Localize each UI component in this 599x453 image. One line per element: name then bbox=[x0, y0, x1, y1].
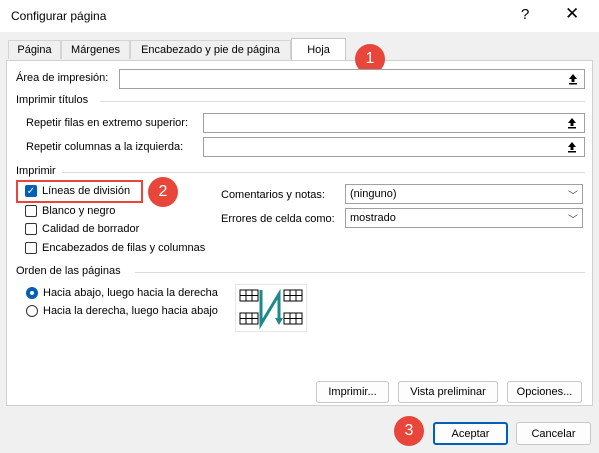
comments-select[interactable]: (ninguno) ﹀ bbox=[345, 184, 583, 204]
repeat-rows-label: Repetir filas en extremo superior: bbox=[26, 117, 189, 129]
collapse-dialog-icon[interactable] bbox=[563, 70, 583, 88]
black-white-label: Blanco y negro bbox=[42, 205, 116, 217]
collapse-dialog-icon[interactable] bbox=[562, 138, 582, 156]
over-then-down-radio[interactable] bbox=[26, 305, 38, 317]
black-white-checkbox[interactable] bbox=[25, 205, 37, 217]
ok-button[interactable]: Aceptar bbox=[433, 422, 508, 445]
errors-label: Errores de celda como: bbox=[221, 213, 335, 225]
window-title: Configurar página bbox=[11, 9, 107, 23]
chevron-down-icon: ﹀ bbox=[568, 215, 578, 226]
divider bbox=[135, 272, 585, 273]
repeat-cols-input[interactable] bbox=[203, 137, 585, 157]
errors-value: mostrado bbox=[350, 212, 396, 224]
page-order-preview-icon bbox=[234, 283, 308, 335]
tab-hoja[interactable]: Hoja bbox=[291, 38, 346, 60]
close-button[interactable]: ✕ bbox=[565, 4, 579, 24]
divider bbox=[62, 172, 585, 173]
down-then-over-label: Hacia abajo, luego hacia la derecha bbox=[43, 287, 218, 299]
help-button[interactable]: ? bbox=[521, 6, 529, 23]
over-then-down-label: Hacia la derecha, luego hacia abajo bbox=[43, 305, 218, 317]
print-area-label: Área de impresión: bbox=[16, 72, 109, 84]
tab-encabezado[interactable]: Encabezado y pie de página bbox=[130, 40, 291, 59]
cancel-button[interactable]: Cancelar bbox=[516, 422, 591, 445]
print-area-input[interactable] bbox=[119, 69, 585, 89]
collapse-dialog-icon[interactable] bbox=[562, 114, 582, 132]
chevron-down-icon: ﹀ bbox=[568, 191, 578, 202]
tab-pagina[interactable]: Página bbox=[8, 40, 61, 59]
repeat-rows-input[interactable] bbox=[203, 113, 585, 133]
step-badge-3: 3 bbox=[394, 416, 424, 446]
comments-value: (ninguno) bbox=[350, 188, 397, 200]
headings-label: Encabezados de filas y columnas bbox=[42, 242, 206, 254]
gridlines-checkbox[interactable]: ✓ bbox=[25, 185, 37, 197]
tab-margenes[interactable]: Márgenes bbox=[61, 40, 130, 59]
options-button[interactable]: Opciones... bbox=[507, 381, 582, 403]
print-group-label: Imprimir bbox=[16, 165, 56, 177]
errors-select[interactable]: mostrado ﹀ bbox=[345, 208, 583, 228]
comments-label: Comentarios y notas: bbox=[221, 189, 325, 201]
print-button[interactable]: Imprimir... bbox=[316, 381, 389, 403]
draft-quality-label: Calidad de borrador bbox=[42, 223, 140, 235]
headings-checkbox[interactable] bbox=[25, 242, 37, 254]
repeat-cols-label: Repetir columnas a la izquierda: bbox=[26, 141, 184, 153]
down-then-over-radio[interactable] bbox=[26, 287, 38, 299]
print-titles-group-label: Imprimir títulos bbox=[16, 94, 89, 106]
gridlines-label: Líneas de división bbox=[42, 185, 131, 197]
divider bbox=[100, 101, 585, 102]
draft-quality-checkbox[interactable] bbox=[25, 223, 37, 235]
page-order-group-label: Orden de las páginas bbox=[16, 265, 121, 277]
step-badge-2: 2 bbox=[148, 177, 178, 207]
print-preview-button[interactable]: Vista preliminar bbox=[398, 381, 498, 403]
